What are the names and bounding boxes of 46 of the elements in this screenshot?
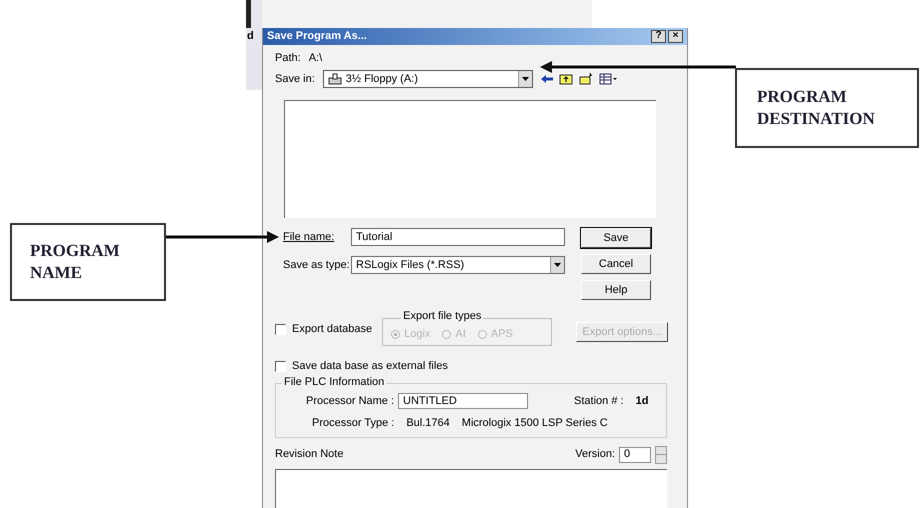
version-label: Version: [575, 447, 615, 462]
view-menu-icon[interactable] [598, 73, 617, 86]
station-value: 1d [636, 394, 648, 409]
callout-text: PROGRAM NAME [30, 240, 121, 284]
path-label: Path: [275, 50, 301, 66]
save-as-type-dropdown[interactable]: RSLogix Files (*.RSS) [351, 256, 565, 274]
up-folder-icon[interactable] [558, 73, 573, 86]
version-field[interactable]: 0 [619, 446, 651, 463]
callout-text: PROGRAM DESTINATION [757, 86, 876, 130]
save-in-label: Save in: [275, 72, 315, 88]
save-in-dropdown[interactable]: 3½ Floppy (A:) [322, 70, 533, 88]
processor-name-field[interactable]: UNTITLED [398, 393, 528, 410]
save-as-type-label: Save as type: [283, 258, 351, 274]
group-title: File PLC Information [282, 376, 386, 388]
station-label: Station # : [574, 394, 624, 409]
radio-label: Logix [404, 327, 430, 342]
file-name-field[interactable]: Tutorial [351, 228, 565, 246]
close-button[interactable]: × [668, 30, 683, 43]
floppy-drive-icon [328, 73, 342, 86]
revision-note-field[interactable] [275, 468, 667, 508]
path-value: A:\ [308, 50, 322, 66]
dialog-button[interactable]: Help [581, 280, 651, 300]
new-folder-icon[interactable] [578, 73, 593, 86]
window-edge [246, 0, 251, 28]
dialog-button[interactable]: Cancel [581, 254, 651, 274]
spinner-icon[interactable] [655, 446, 667, 464]
file-name-label: File name: [283, 230, 336, 246]
checkbox[interactable] [275, 324, 286, 335]
revision-note-label: Revision Note [275, 447, 344, 462]
save-as-type-value: RSLogix Files (*.RSS) [356, 258, 464, 274]
dialog-button[interactable]: Save [581, 228, 651, 248]
radio-label: APS [490, 327, 513, 342]
checkbox-label: Save data base as external files [292, 359, 448, 374]
processor-type-value: Bul.1764 [406, 416, 450, 432]
save-in-value: 3½ Floppy (A:) [346, 72, 418, 88]
processor-type-label: Processor Type : [312, 416, 394, 432]
checkbox[interactable] [275, 361, 286, 372]
help-button[interactable]: ? [651, 30, 666, 43]
window-title: Save Program As... [267, 29, 367, 44]
group-title: Export file types [401, 311, 484, 322]
window-text: d [246, 29, 255, 44]
back-arrow-icon[interactable] [540, 74, 553, 84]
processor-model-value: Micrologix 1500 LSP Series C [462, 416, 608, 432]
checkbox-label: Export database [292, 322, 372, 338]
radio-label: AI [455, 327, 466, 342]
processor-name-label: Processor Name : [306, 394, 394, 409]
